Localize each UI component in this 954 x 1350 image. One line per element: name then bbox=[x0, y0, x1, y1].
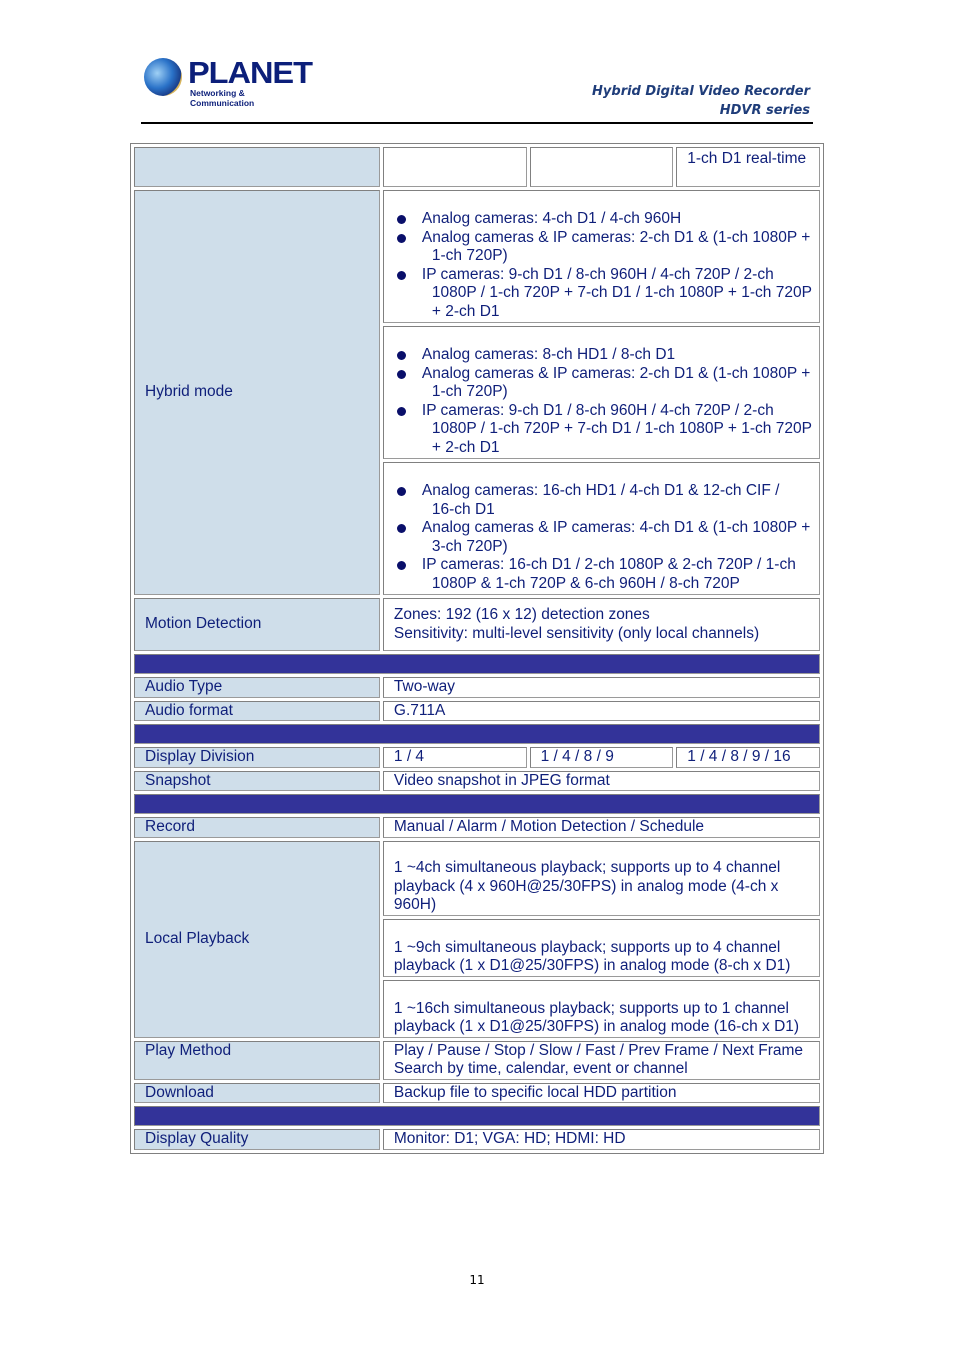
planet-logo: PLANET Networking & Communication bbox=[144, 56, 313, 108]
display-division-col1: 1 / 4 bbox=[382, 747, 527, 768]
bullet-icon bbox=[396, 369, 406, 379]
list-item: IP cameras: 16-ch D1 / 2-ch 1080P & 2-ch… bbox=[394, 556, 817, 593]
motion-detection-label: Motion Detection bbox=[134, 598, 380, 651]
table-row: Local Playback 1 ~4ch simultaneous playb… bbox=[134, 840, 820, 1038]
section-header-row bbox=[134, 1106, 820, 1126]
bullet-icon bbox=[396, 215, 406, 224]
bullet-icon bbox=[396, 561, 406, 570]
top-row-col1 bbox=[382, 147, 527, 187]
section-header-bar bbox=[134, 724, 820, 744]
display-quality-value: Monitor: D1; VGA: HD; HDMI: HD bbox=[382, 1129, 820, 1150]
display-division-col2: 1 / 4 / 8 / 9 bbox=[529, 747, 674, 768]
bullet-icon bbox=[396, 270, 406, 280]
display-division-label: Display Division bbox=[134, 747, 380, 768]
audio-format-label: Audio format bbox=[134, 700, 380, 721]
logo-tagline: Networking & Communication bbox=[190, 88, 255, 108]
download-value: Backup file to specific local HDD partit… bbox=[382, 1082, 820, 1103]
list-item: Analog cameras: 4-ch D1 / 4-ch 960H bbox=[394, 210, 817, 229]
specification-table: 1-ch D1 real-time Hybrid mode Analog cam… bbox=[130, 143, 824, 1154]
hybrid-mode-group-1: Analog cameras: 4-ch D1 / 4-ch 960H Anal… bbox=[382, 190, 820, 323]
table-row: Hybrid mode Analog cameras: 4-ch D1 / 4-… bbox=[134, 190, 820, 595]
hybrid-mode-group-2: Analog cameras: 8-ch HD1 / 8-ch D1 Analo… bbox=[382, 326, 820, 459]
local-playback-label: Local Playback bbox=[134, 840, 380, 1038]
audio-format-value: G.711A bbox=[382, 700, 820, 721]
section-header-row bbox=[134, 794, 820, 814]
motion-detection-value: Zones: 192 (16 x 12) detection zones Sen… bbox=[382, 598, 820, 651]
list-item: Analog cameras & IP cameras: 2-ch D1 & (… bbox=[394, 229, 817, 266]
top-row-label bbox=[134, 147, 380, 187]
local-playback-value-1: 1 ~4ch simultaneous playback; supports u… bbox=[382, 840, 820, 916]
section-header-bar bbox=[134, 654, 820, 674]
bullet-icon bbox=[396, 487, 406, 496]
document-title-line2: HDVR series bbox=[719, 103, 810, 118]
play-method-label: Play Method bbox=[134, 1040, 380, 1080]
section-header-row bbox=[134, 654, 820, 674]
list-item: Analog cameras: 16-ch HD1 / 4-ch D1 & 12… bbox=[394, 482, 817, 519]
list-item: IP cameras: 9-ch D1 / 8-ch 960H / 4-ch 7… bbox=[394, 266, 817, 322]
top-row-col3: 1-ch D1 real-time bbox=[676, 147, 820, 187]
table-row: 1-ch D1 real-time bbox=[134, 147, 820, 187]
list-item: Analog cameras & IP cameras: 2-ch D1 & (… bbox=[394, 365, 817, 402]
audio-type-value: Two-way bbox=[382, 677, 820, 698]
table-row: Play Method Play / Pause / Stop / Slow /… bbox=[134, 1040, 820, 1080]
page-header: PLANET Networking & Communication Hybrid… bbox=[140, 52, 812, 124]
list-item: Analog cameras & IP cameras: 4-ch D1 & (… bbox=[394, 519, 817, 556]
display-division-col3: 1 / 4 / 8 / 9 / 16 bbox=[676, 747, 820, 768]
display-quality-label: Display Quality bbox=[134, 1129, 380, 1150]
record-label: Record bbox=[134, 817, 380, 838]
table-row: Display Division 1 / 4 1 / 4 / 8 / 9 1 /… bbox=[134, 747, 820, 768]
audio-type-label: Audio Type bbox=[134, 677, 380, 698]
list-item: IP cameras: 9-ch D1 / 8-ch 960H / 4-ch 7… bbox=[394, 402, 817, 458]
snapshot-value: Video snapshot in JPEG format bbox=[382, 770, 820, 791]
table-row: Audio format G.711A bbox=[134, 700, 820, 721]
bullet-icon bbox=[396, 351, 406, 360]
list-item: Analog cameras: 8-ch HD1 / 8-ch D1 bbox=[394, 346, 817, 365]
local-playback-value-2: 1 ~9ch simultaneous playback; supports u… bbox=[382, 918, 820, 977]
table-row: Record Manual / Alarm / Motion Detection… bbox=[134, 817, 820, 838]
document-title: Hybrid Digital Video Recorder HDVR serie… bbox=[592, 82, 810, 120]
section-header-bar bbox=[134, 1106, 820, 1126]
record-value: Manual / Alarm / Motion Detection / Sche… bbox=[382, 817, 820, 838]
top-row-col2 bbox=[529, 147, 674, 187]
table-row: Download Backup file to specific local H… bbox=[134, 1082, 820, 1103]
table-row: Audio Type Two-way bbox=[134, 677, 820, 698]
hybrid-mode-group-3: Analog cameras: 16-ch HD1 / 4-ch D1 & 12… bbox=[382, 462, 820, 595]
bullet-icon bbox=[396, 524, 406, 533]
section-header-bar bbox=[134, 794, 820, 814]
play-method-value: Play / Pause / Stop / Slow / Fast / Prev… bbox=[382, 1040, 820, 1080]
logo-name: PLANET bbox=[188, 55, 313, 90]
section-header-row bbox=[134, 724, 820, 744]
table-row: Display Quality Monitor: D1; VGA: HD; HD… bbox=[134, 1129, 820, 1150]
hybrid-mode-label: Hybrid mode bbox=[134, 190, 380, 595]
table-row: Motion Detection Zones: 192 (16 x 12) de… bbox=[134, 598, 820, 651]
globe-icon bbox=[144, 58, 182, 96]
page-number: 11 bbox=[469, 1273, 485, 1287]
document-title-line1: Hybrid Digital Video Recorder bbox=[592, 84, 810, 99]
table-row: Snapshot Video snapshot in JPEG format bbox=[134, 770, 820, 791]
download-label: Download bbox=[134, 1082, 380, 1103]
snapshot-label: Snapshot bbox=[134, 770, 380, 791]
bullet-icon bbox=[396, 406, 406, 416]
header-divider bbox=[141, 122, 813, 124]
local-playback-value-3: 1 ~16ch simultaneous playback; supports … bbox=[382, 979, 820, 1038]
bullet-icon bbox=[396, 233, 406, 243]
